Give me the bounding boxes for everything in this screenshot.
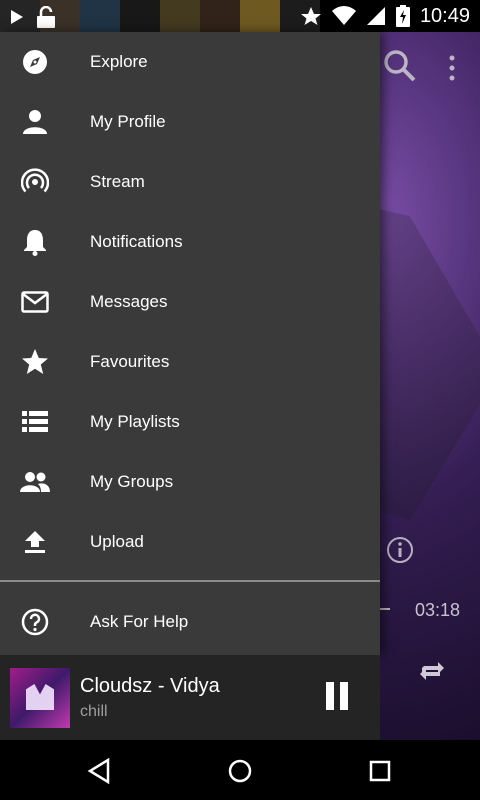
battery-icon xyxy=(395,5,410,27)
wifi-icon xyxy=(331,6,356,26)
status-bar: 10:49 xyxy=(0,0,480,32)
drawer-item-explore[interactable]: Explore xyxy=(0,32,380,92)
drawer-item-notifications[interactable]: Notifications xyxy=(0,212,380,272)
help-icon xyxy=(20,607,50,637)
compass-icon xyxy=(20,47,50,77)
track-title: Cloudsz - Vidya xyxy=(80,675,220,697)
pause-icon xyxy=(326,682,334,710)
list-icon xyxy=(20,407,50,437)
back-icon[interactable] xyxy=(85,756,115,786)
drawer-item-label: My Groups xyxy=(90,472,174,491)
status-time: 10:49 xyxy=(419,4,470,27)
play-notification-icon xyxy=(11,10,23,24)
drawer-item-label: Stream xyxy=(90,172,145,191)
album-art xyxy=(10,668,70,728)
search-icon[interactable] xyxy=(382,48,418,84)
info-icon[interactable] xyxy=(386,536,414,564)
drawer-item-upload[interactable]: Upload xyxy=(0,512,380,572)
upload-icon xyxy=(20,527,50,557)
stream-icon xyxy=(20,167,50,197)
drawer-item-label: Favourites xyxy=(90,352,170,371)
drawer-item-my-playlists[interactable]: My Playlists xyxy=(0,392,380,452)
star-notification-icon xyxy=(300,7,321,25)
drawer-divider xyxy=(0,580,380,582)
drawer-item-label: Upload xyxy=(90,532,144,551)
star-icon xyxy=(20,347,50,377)
home-icon[interactable] xyxy=(225,756,255,786)
drawer-item-label: Notifications xyxy=(90,232,183,251)
group-icon xyxy=(20,467,50,497)
recents-icon[interactable] xyxy=(365,756,395,786)
drawer-item-ask-for-help[interactable]: Ask For Help xyxy=(0,592,380,652)
drawer-item-favourites[interactable]: Favourites xyxy=(0,332,380,392)
repeat-icon[interactable] xyxy=(418,656,446,684)
system-navigation-bar xyxy=(0,740,480,800)
app-bar-actions xyxy=(380,40,480,96)
bell-icon xyxy=(20,227,50,257)
lock-icon xyxy=(37,6,55,28)
drawer-item-my-groups[interactable]: My Groups xyxy=(0,452,380,512)
drawer-item-stream[interactable]: Stream xyxy=(0,152,380,212)
pause-button[interactable] xyxy=(322,682,354,714)
mail-icon xyxy=(20,287,50,317)
track-time: 03:18 xyxy=(415,600,461,620)
mini-player[interactable]: Cloudsz - Vidya chill xyxy=(0,655,380,740)
drawer-item-label: My Profile xyxy=(90,112,166,131)
person-icon xyxy=(20,107,50,137)
drawer-item-messages[interactable]: Messages xyxy=(0,272,380,332)
drawer-item-label: Messages xyxy=(90,292,168,311)
drawer-item-label: My Playlists xyxy=(90,412,180,431)
track-subtitle: chill xyxy=(80,703,108,720)
drawer-item-label: Explore xyxy=(90,52,148,71)
signal-icon xyxy=(366,7,385,25)
drawer-item-label: Ask For Help xyxy=(90,612,189,631)
more-options-icon[interactable] xyxy=(442,52,462,84)
seek-bar[interactable] xyxy=(380,608,390,610)
drawer-item-my-profile[interactable]: My Profile xyxy=(0,92,380,152)
navigation-drawer: Explore My Profile Stream Notifications … xyxy=(0,32,380,655)
